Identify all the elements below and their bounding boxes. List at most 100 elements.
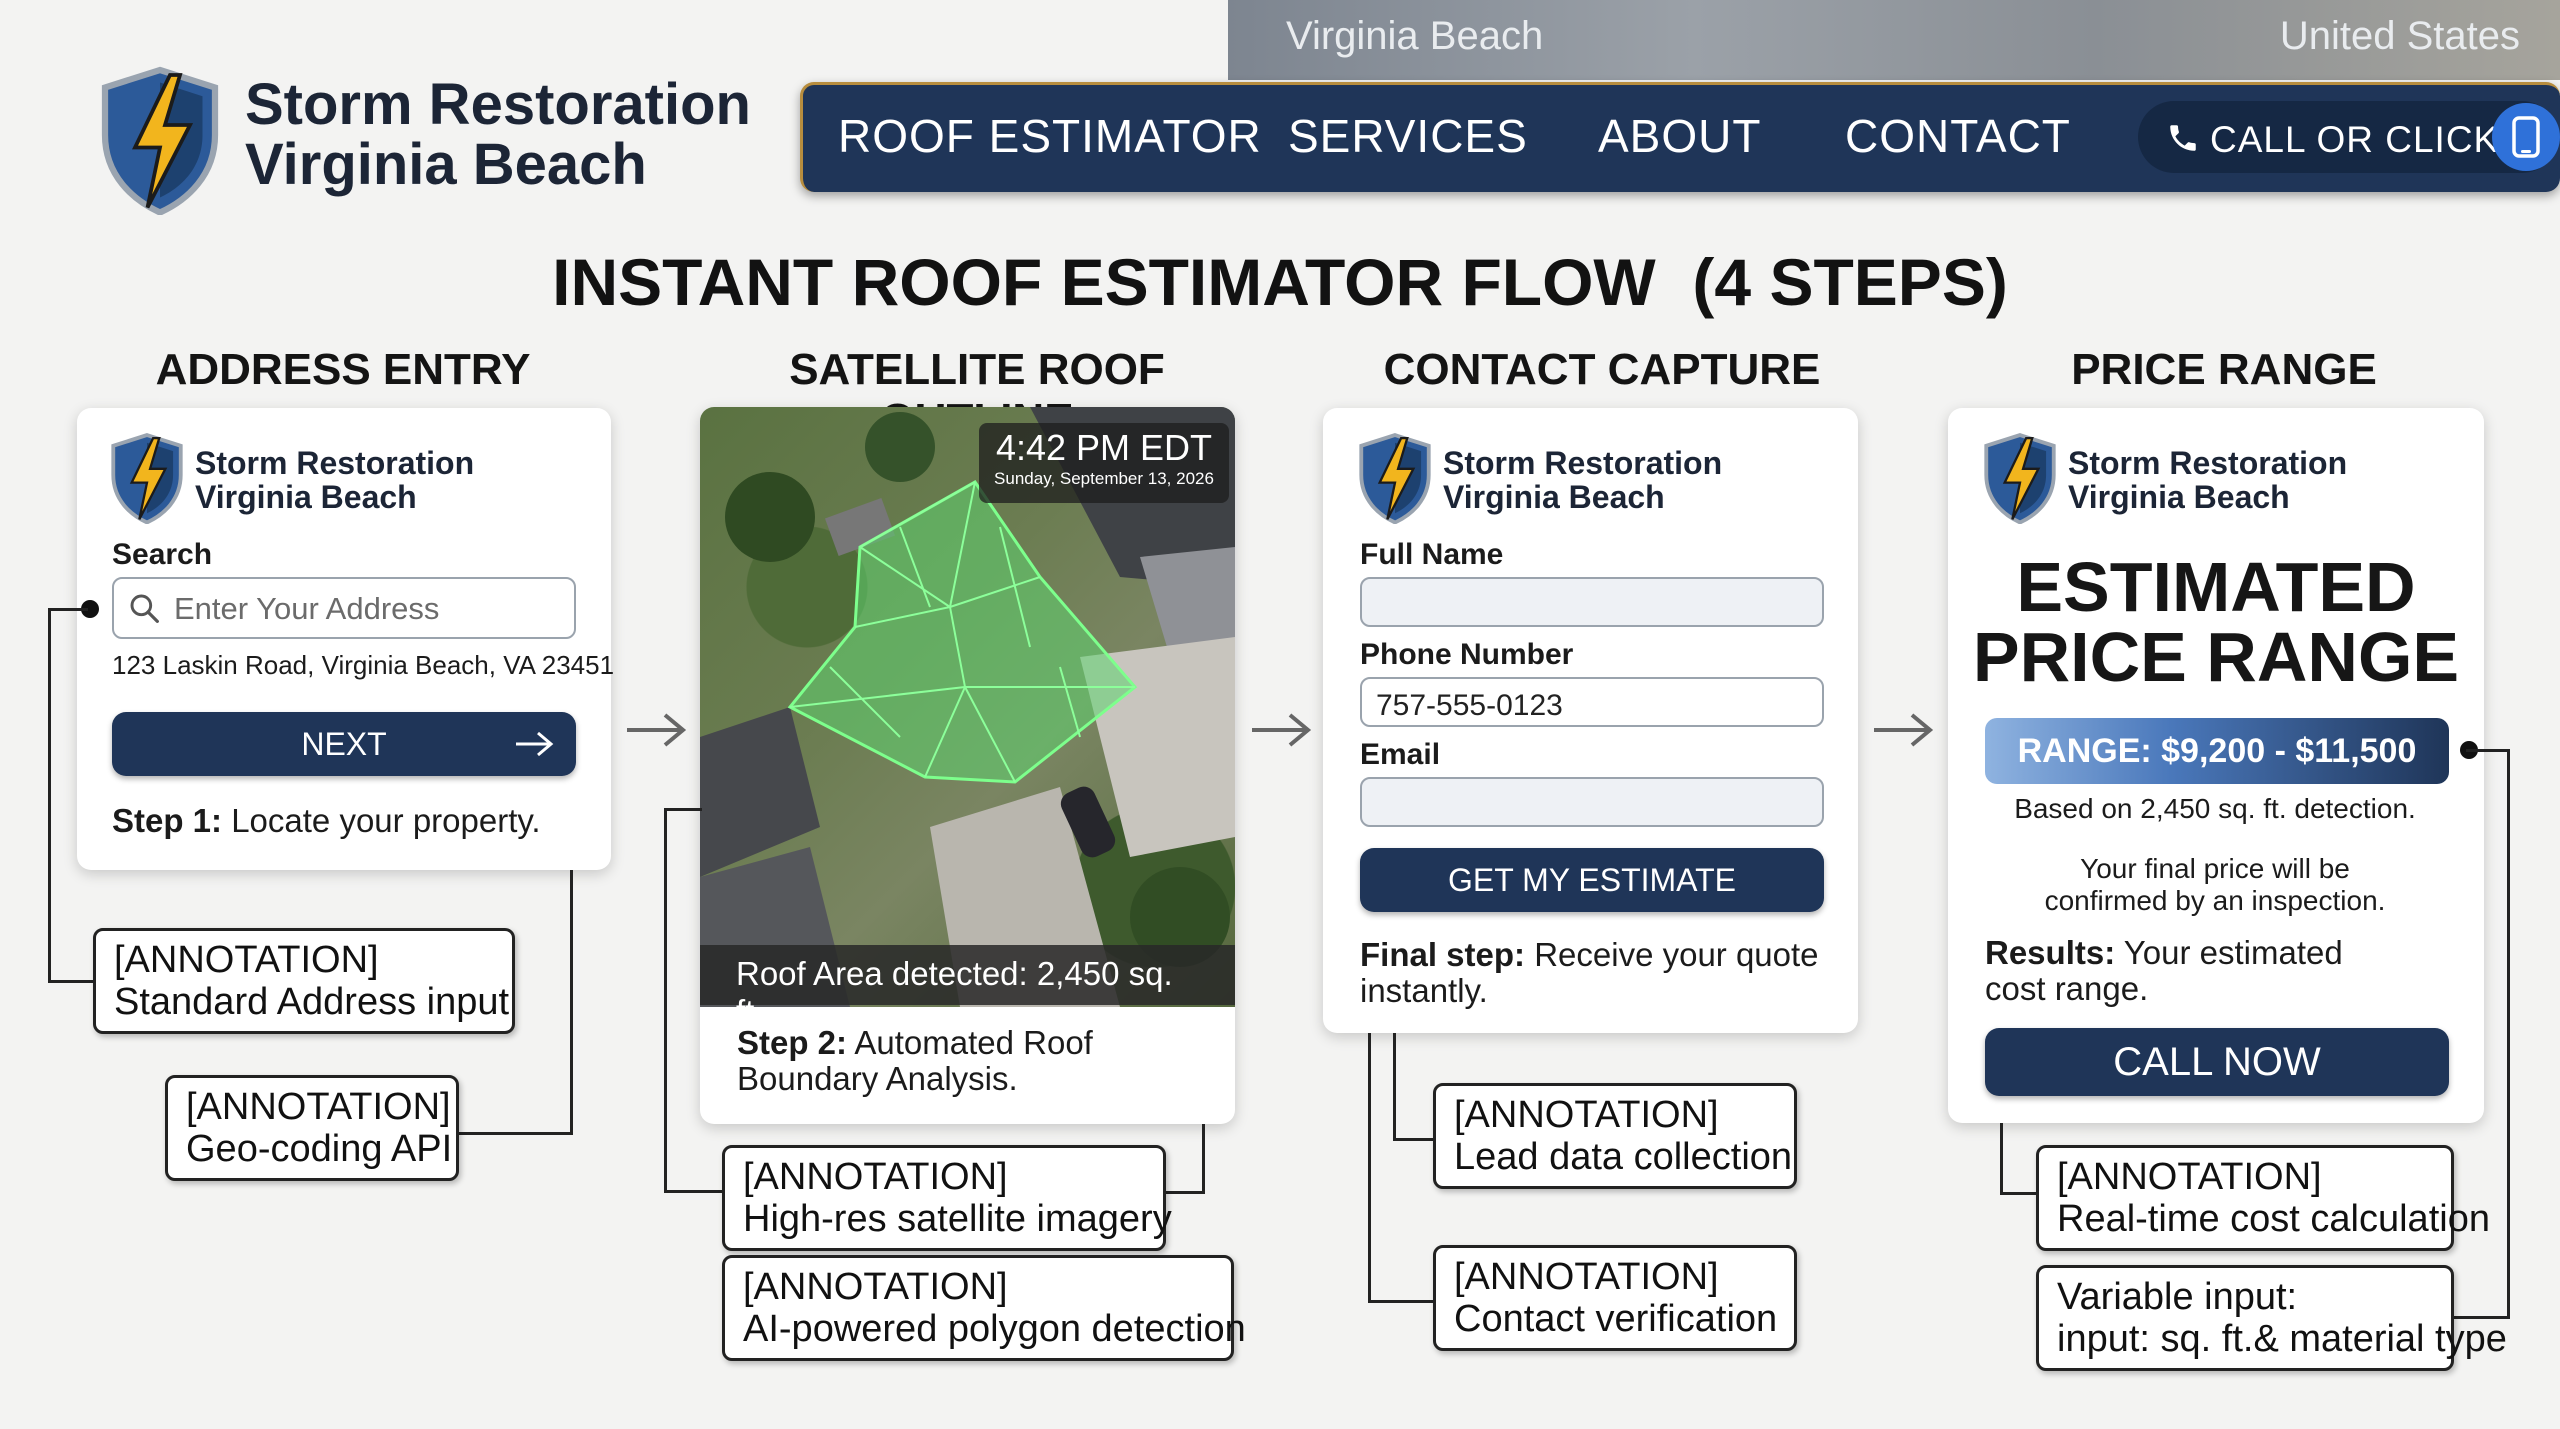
annotation-tag: [ANNOTATION] (186, 1086, 451, 1128)
date-text: Sunday, September 13, 2026 (994, 469, 1214, 488)
price-headline-2: PRICE RANGE (1972, 618, 2460, 696)
mobile-phone-icon (2492, 103, 2560, 171)
annotation-variable-input: Variable input: input: sq. ft.& material… (2036, 1265, 2507, 1371)
connector-line (570, 870, 573, 1135)
annotation-contact-verification: [ANNOTATION] Contact verification (1433, 1245, 1797, 1351)
main-nav: ROOF ESTIMATOR SERVICES ABOUT CONTACT CA… (800, 82, 2560, 192)
brand-line-1: Storm Restoration (245, 72, 751, 137)
annotation-satellite-imagery: [ANNOTATION] High-res satellite imagery (722, 1145, 1172, 1251)
annotation-text: Real-time cost calculation (2057, 1198, 2490, 1240)
connector-line (1165, 1191, 1205, 1194)
connector-line (2507, 749, 2510, 1319)
annotation-standard-address: [ANNOTATION] Standard Address input (93, 928, 515, 1034)
connector-line (1393, 1138, 1433, 1141)
step-heading-price: PRICE RANGE (2071, 345, 2377, 394)
price-range-value: RANGE: $9,200 - $11,500 (1985, 718, 2449, 784)
annotation-text: Geo-coding API (186, 1128, 453, 1170)
page-title: INSTANT ROOF ESTIMATOR FLOW (4 STEPS) (0, 244, 2560, 320)
step-heading-address: ADDRESS ENTRY (155, 345, 531, 394)
search-icon (130, 594, 159, 623)
annotation-text: AI-powered polygon detection (743, 1308, 1246, 1350)
time-text: 4:42 PM EDT (995, 427, 1213, 468)
step-1-desc: Locate your property. (222, 802, 541, 839)
results-text: Results: Your estimated cost range. (1985, 935, 2405, 1007)
connector-line (1393, 1033, 1396, 1141)
full-name-label: Full Name (1360, 538, 1504, 571)
connector-line (2000, 1123, 2003, 1195)
next-label: NEXT (301, 726, 387, 762)
brand-logo-text[interactable]: Storm Restoration Virginia Beach (245, 75, 751, 195)
annotation-geocoding: [ANNOTATION] Geo-coding API (165, 1075, 459, 1181)
shield-lightning-icon (95, 65, 225, 215)
annotation-text: Standard Address input (114, 981, 510, 1023)
price-basis: Based on 2,450 sq. ft. detection. (2014, 793, 2416, 824)
annotation-tag: [ANNOTATION] (114, 939, 379, 981)
annotation-tag: [ANNOTATION] (2057, 1156, 2322, 1198)
card-brand-line-1: Storm Restoration (2068, 445, 2348, 481)
annotation-text: Contact verification (1454, 1298, 1778, 1340)
email-field[interactable] (1360, 777, 1824, 827)
flow-arrow-icon (627, 713, 687, 747)
annotation-cost-calculation: [ANNOTATION] Real-time cost calculation (2036, 1145, 2490, 1251)
call-or-click-button[interactable]: CALL OR CLICK (2138, 101, 2560, 173)
final-step-bold: Final step: (1360, 936, 1526, 973)
nav-roof-estimator[interactable]: ROOF ESTIMATOR (838, 109, 1262, 163)
annotation-tag: Variable input: (2057, 1276, 2298, 1318)
flow-arrow-icon (1874, 713, 1934, 747)
shield-lightning-icon (107, 432, 187, 524)
annotation-lead-data: [ANNOTATION] Lead data collection (1433, 1083, 1797, 1189)
call-now-button[interactable]: CALL NOW (1985, 1028, 2449, 1096)
timestamp-overlay: 4:42 PM EDT Sunday, September 13, 2026 (979, 423, 1229, 503)
card-brand: Storm Restoration Virginia Beach (2068, 446, 2347, 514)
connector-line (664, 1190, 724, 1193)
card-brand-line-2: Virginia Beach (2068, 479, 2290, 515)
roof-area-readout: Roof Area detected: 2,450 sq. ft. (700, 945, 1235, 1030)
satellite-image: 4:42 PM EDT Sunday, September 13, 2026 (700, 407, 1235, 1007)
shield-lightning-icon (1355, 432, 1435, 524)
nav-services[interactable]: SERVICES (1288, 109, 1528, 163)
phone-label: Phone Number (1360, 638, 1574, 671)
address-search-input[interactable]: Enter Your Address (112, 577, 576, 639)
annotation-text: Lead data collection (1454, 1136, 1793, 1178)
step-1-bold: Step 1: (112, 802, 223, 839)
connector-line (664, 808, 667, 1193)
search-placeholder: Enter Your Address (174, 591, 440, 626)
price-headline-1: ESTIMATED (2016, 548, 2416, 626)
annotation-tag: [ANNOTATION] (743, 1156, 1008, 1198)
get-estimate-button[interactable]: GET MY ESTIMATE (1360, 848, 1824, 912)
annotation-tag: [ANNOTATION] (743, 1266, 1008, 1308)
step-2-bold: Step 2: (737, 1024, 848, 1061)
step-2-text: Step 2: Automated Roof Boundary Analysis… (737, 1025, 1197, 1097)
card-brand-line-2: Virginia Beach (1443, 479, 1665, 515)
connector-line (455, 1132, 573, 1135)
card-brand-line-2: Virginia Beach (195, 479, 417, 515)
connector-line (1202, 1124, 1205, 1194)
results-bold: Results: (1985, 934, 2116, 971)
full-name-field[interactable] (1360, 577, 1824, 627)
connector-line (664, 808, 702, 811)
annotation-text: input: sq. ft.& material type (2057, 1318, 2507, 1360)
connector-line (48, 608, 88, 611)
annotation-text: High-res satellite imagery (743, 1198, 1172, 1240)
connector-line (2000, 1192, 2036, 1195)
phone-field[interactable]: 757-555-0123 (1360, 677, 1824, 727)
connector-line (48, 608, 51, 983)
nav-contact[interactable]: CONTACT (1845, 109, 2071, 163)
card-brand: Storm Restoration Virginia Beach (1443, 446, 1722, 514)
nav-about[interactable]: ABOUT (1598, 109, 1761, 163)
shield-lightning-icon (1980, 432, 2060, 524)
price-note: Your final price will be confirmed by an… (2044, 853, 2386, 916)
annotation-tag: [ANNOTATION] (1454, 1094, 1719, 1136)
final-step-text: Final step: Receive your quote instantly… (1360, 937, 1830, 1009)
next-button[interactable]: NEXT (112, 712, 576, 776)
connector-line (1368, 1300, 1434, 1303)
title-main: INSTANT ROOF ESTIMATOR FLOW (552, 245, 1656, 319)
phone-icon (2170, 125, 2196, 151)
header-banner: Virginia Beach United States (1228, 0, 2560, 80)
card-brand-line-1: Storm Restoration (1443, 445, 1723, 481)
email-label: Email (1360, 738, 1441, 771)
connector-line (2466, 749, 2510, 752)
call-label: CALL OR CLICK (2210, 119, 2500, 160)
title-suffix: (4 STEPS) (1692, 245, 2008, 319)
banner-city: Virginia Beach (1286, 14, 1544, 58)
